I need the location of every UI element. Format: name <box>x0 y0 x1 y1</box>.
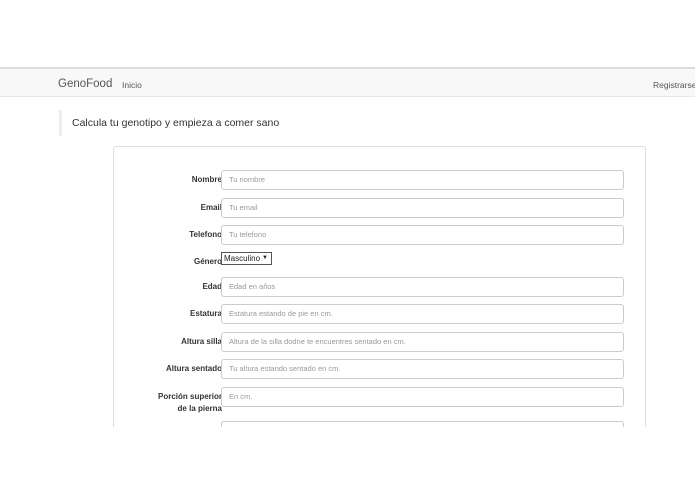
altura-silla-input[interactable]: Altura de la silla dodne te encuentres s… <box>221 332 624 352</box>
email-input[interactable]: Tu email <box>221 198 624 218</box>
nav-link-registrarse[interactable]: Registrarse <box>653 80 695 90</box>
estatura-input[interactable]: Estatura estando de pie en cm. <box>221 304 624 324</box>
porcion-pierna-input[interactable]: En cm. <box>221 387 624 407</box>
label-email: Email <box>200 203 222 212</box>
form-panel: Nombre Tu nombre Email Tu email Telefono… <box>113 146 646 446</box>
altura-sentado-input[interactable]: Tu altura estando sentado en cm. <box>221 359 624 379</box>
label-edad: Edad <box>202 282 222 291</box>
label-nombre: Nombre <box>191 175 222 184</box>
label-estatura: Estatura <box>189 309 222 318</box>
nombre-input[interactable]: Tu nombre <box>221 170 624 190</box>
lead-text: Calcula tu genotipo y empieza a comer sa… <box>72 117 280 129</box>
label-altura-silla: Altura silla <box>181 337 222 346</box>
nav-link-inicio[interactable]: Inicio <box>122 80 142 90</box>
page-bottom-whitespace <box>0 427 695 494</box>
navbar: GenoFood Inicio Registrarse <box>0 67 695 97</box>
label-genero: Género <box>193 257 222 266</box>
label-porcion-pierna-line1: Porción superior <box>157 392 222 401</box>
brand-link[interactable]: GenoFood <box>58 78 112 90</box>
telefono-input[interactable]: Tu telefono <box>221 225 624 245</box>
chevron-down-icon: ▼ <box>262 255 268 261</box>
genero-select[interactable]: Masculino ▼ <box>221 252 272 265</box>
genero-select-value: Masculino <box>224 254 261 263</box>
label-porcion-pierna-line2: de la pierna <box>177 404 222 413</box>
lead-blockquote: Calcula tu genotipo y empieza a comer sa… <box>59 110 279 136</box>
edad-input[interactable]: Edad en años <box>221 277 624 297</box>
label-altura-sentado: Altura sentado <box>165 364 222 373</box>
label-telefono: Telefono <box>189 230 222 239</box>
